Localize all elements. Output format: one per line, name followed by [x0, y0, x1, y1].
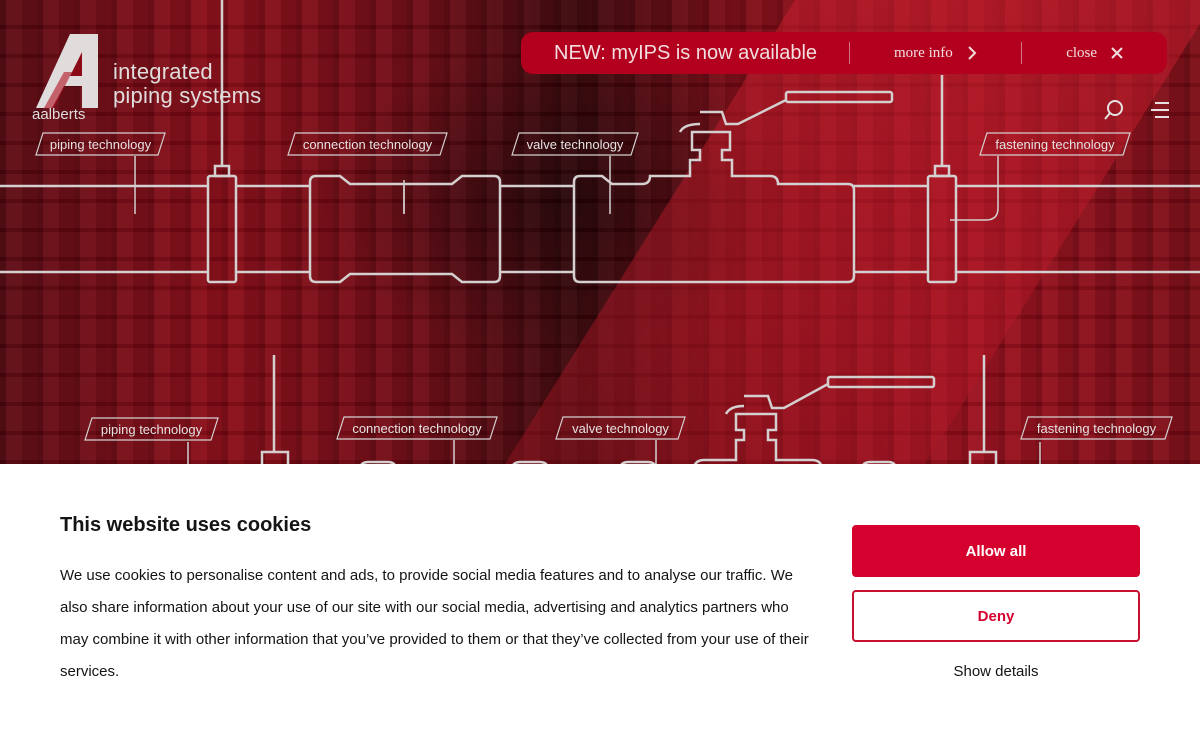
- announcement-title: NEW: myIPS is now available: [554, 41, 818, 64]
- more-info-label: more info: [894, 44, 953, 61]
- announcement-bar: NEW: myIPS is now available more info cl…: [521, 32, 1167, 74]
- close-icon: [1111, 47, 1123, 59]
- hero-banner: integrated piping systems aalberts NEW: …: [0, 0, 1200, 464]
- tag-label: piping technology: [100, 421, 203, 437]
- aalberts-logo[interactable]: [30, 30, 110, 110]
- cookie-description: We use cookies to personalise content an…: [60, 567, 809, 680]
- tag-fastening-technology[interactable]: fastening technology: [1020, 416, 1173, 440]
- logo-tagline-line1: integrated: [113, 59, 213, 84]
- tag-valve-technology[interactable]: valve technology: [555, 416, 686, 440]
- chevron-right-icon: [968, 46, 977, 60]
- tag-label: valve technology: [526, 136, 624, 152]
- tag-fastening-technology[interactable]: fastening technology: [979, 132, 1131, 156]
- logo-brand-name: aalberts: [32, 106, 86, 123]
- tag-label: connection technology: [302, 136, 433, 152]
- tag-label: connection technology: [352, 420, 482, 436]
- close-label: close: [1066, 44, 1098, 61]
- hamburger-menu-icon[interactable]: [1149, 99, 1171, 121]
- tag-label: piping technology: [49, 136, 152, 152]
- tag-piping-technology[interactable]: piping technology: [35, 132, 166, 156]
- show-details-link[interactable]: Show details: [852, 663, 1140, 680]
- tag-piping-technology[interactable]: piping technology: [84, 417, 219, 441]
- tag-valve-technology[interactable]: valve technology: [511, 132, 639, 156]
- tag-label: fastening technology: [995, 136, 1115, 152]
- cookie-title: This website uses cookies: [60, 514, 312, 536]
- tag-label: valve technology: [572, 420, 669, 436]
- logo-tagline: integrated piping systems: [113, 60, 261, 108]
- tag-connection-technology[interactable]: connection technology: [287, 132, 448, 156]
- search-icon[interactable]: [1103, 99, 1125, 121]
- more-info-link[interactable]: more info: [850, 45, 1022, 62]
- logo-tagline-line2: piping systems: [113, 83, 262, 108]
- allow-all-button[interactable]: Allow all: [852, 525, 1140, 577]
- announcement-close-button[interactable]: close: [1022, 45, 1167, 62]
- tag-connection-technology[interactable]: connection technology: [336, 416, 498, 440]
- deny-button[interactable]: Deny: [852, 590, 1140, 642]
- tag-label: fastening technology: [1036, 420, 1157, 436]
- cookie-consent-banner: This website uses cookies We use cookies…: [0, 464, 1200, 750]
